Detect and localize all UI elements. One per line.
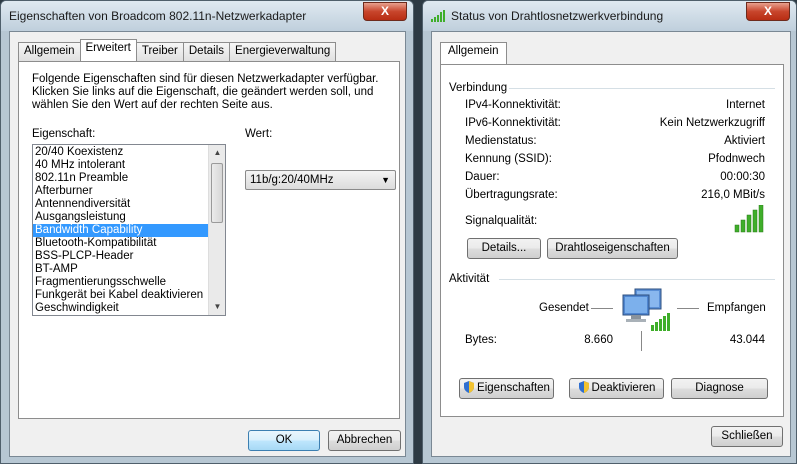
chevron-down-icon: ▼ xyxy=(381,175,390,185)
received-label: Empfangen xyxy=(707,302,766,314)
deactivate-button[interactable]: Deaktivieren xyxy=(569,378,664,399)
connection-row-value: Kein Netzwerkzugriff xyxy=(659,117,765,129)
wireless-properties-button[interactable]: Drahtloseigenschaften xyxy=(547,238,678,259)
property-list-item[interactable]: 20/40 Koexistenz xyxy=(33,146,225,159)
connection-group-label: Verbindung xyxy=(449,82,508,94)
deactivate-button-label: Deaktivieren xyxy=(591,382,656,394)
scroll-up-arrow-icon[interactable]: ▲ xyxy=(209,145,225,161)
dialog-body: Allgemein Erweitert Treiber Details Ener… xyxy=(9,31,406,457)
tab-general[interactable]: Allgemein xyxy=(18,42,81,61)
tab-power-management[interactable]: Energieverwaltung xyxy=(229,42,337,61)
window-title: Eigenschaften von Broadcom 802.11n-Netzw… xyxy=(9,9,307,23)
signal-quality-label: Signalqualität: xyxy=(465,215,538,227)
scroll-down-arrow-icon[interactable]: ▼ xyxy=(209,299,225,315)
properties-button[interactable]: Eigenschaften xyxy=(459,378,554,399)
connection-row-value: Internet xyxy=(726,99,765,111)
property-list-item[interactable]: BSS-PLCP-Header xyxy=(33,250,225,263)
close-window-button[interactable]: X xyxy=(363,2,407,21)
property-list-item[interactable]: 40 MHz intolerant xyxy=(33,159,225,172)
close-window-button[interactable]: X xyxy=(746,2,790,21)
tab-details[interactable]: Details xyxy=(182,42,231,61)
bytes-label: Bytes: xyxy=(465,334,497,346)
dropdown-selected-value: 11b/g:20/40MHz xyxy=(250,174,334,186)
value-dropdown[interactable]: 11b/g:20/40MHz ▼ xyxy=(245,170,396,190)
diagnose-button[interactable]: Diagnose xyxy=(671,378,768,399)
property-list-item[interactable]: Bluetooth-Kompatibilität xyxy=(33,237,225,250)
tab-advanced[interactable]: Erweitert xyxy=(79,39,137,61)
dialog-body: Allgemein Verbindung IPv4-Konnektivität:… xyxy=(431,31,791,457)
connection-row-value: 216,0 MBit/s xyxy=(701,189,765,201)
tab-driver[interactable]: Treiber xyxy=(135,42,184,61)
advanced-tab-panel: Folgende Eigenschaften sind für diesen N… xyxy=(18,61,400,419)
connection-row-label: Übertragungsrate: xyxy=(465,189,558,201)
group-divider xyxy=(509,88,775,89)
property-list-item[interactable]: Antennendiversität xyxy=(33,198,225,211)
bytes-received-value: 43.044 xyxy=(729,334,765,346)
close-button[interactable]: Schließen xyxy=(711,426,783,447)
property-list-item[interactable]: BT-AMP xyxy=(33,263,225,276)
wireless-status-window: Status von Drahtlosnetzwerkverbindung X … xyxy=(422,0,797,464)
general-tab-panel: Verbindung IPv4-Konnektivität: Internet IP… xyxy=(440,64,784,417)
tab-general[interactable]: Allgemein xyxy=(440,42,507,64)
scrollbar-thumb[interactable] xyxy=(211,163,223,223)
details-button[interactable]: Details... xyxy=(467,238,541,259)
description-text: Folgende Eigenschaften sind für diesen N… xyxy=(32,73,379,111)
title-bar[interactable]: Eigenschaften von Broadcom 802.11n-Netzw… xyxy=(1,1,413,31)
title-bar[interactable]: Status von Drahtlosnetzwerkverbindung X xyxy=(423,1,796,31)
wireless-signal-icon xyxy=(431,10,445,22)
connection-row-label: Medienstatus: xyxy=(465,135,537,147)
property-list-item[interactable]: 802.11n Preamble xyxy=(33,172,225,185)
property-list-item[interactable]: Funkgerät bei Kabel deaktivieren xyxy=(33,289,225,302)
property-label: Eigenschaft: xyxy=(32,128,96,140)
connection-row-value: Aktiviert xyxy=(724,135,765,147)
listbox-scrollbar[interactable]: ▲ ▼ xyxy=(208,145,225,315)
uac-shield-icon xyxy=(464,381,475,393)
connection-row-label: Dauer: xyxy=(465,171,500,183)
value-label: Wert: xyxy=(245,128,273,140)
tab-strip: Allgemein xyxy=(440,42,507,64)
property-list-item[interactable]: Geschwindigkeit xyxy=(33,302,225,315)
property-listbox[interactable]: 20/40 Koexistenz 40 MHz intolerant 802.11n… xyxy=(32,144,226,316)
tab-strip: Allgemein Erweitert Treiber Details Ener… xyxy=(18,39,337,61)
property-list-item[interactable]: Afterburner xyxy=(33,185,225,198)
connection-row-label: Kennung (SSID): xyxy=(465,153,552,165)
ok-button[interactable]: OK xyxy=(248,430,320,451)
bytes-sent-value: 8.660 xyxy=(584,334,613,346)
property-list-item[interactable]: Ausgangsleistung xyxy=(33,211,225,224)
connection-row-label: IPv4-Konnektivität: xyxy=(465,99,561,111)
window-title: Status von Drahtlosnetzwerkverbindung xyxy=(451,9,664,23)
property-list-item[interactable]: Bandwidth Capability xyxy=(33,224,225,237)
received-line xyxy=(677,308,699,309)
sent-label: Gesendet xyxy=(539,302,589,314)
properties-button-label: Eigenschaften xyxy=(477,382,550,394)
adapter-properties-window: Eigenschaften von Broadcom 802.11n-Netzw… xyxy=(0,0,414,464)
connection-row-value: Pfodnwech xyxy=(708,153,765,165)
network-computers-icon xyxy=(622,288,670,331)
cancel-button[interactable]: Abbrechen xyxy=(328,430,401,451)
property-list-item[interactable]: Fragmentierungsschwelle xyxy=(33,276,225,289)
connection-row-label: IPv6-Konnektivität: xyxy=(465,117,561,129)
sent-line xyxy=(591,308,613,309)
connection-row-value: 00:00:30 xyxy=(720,171,765,183)
uac-shield-icon xyxy=(578,381,589,393)
signal-strength-icon xyxy=(734,205,764,233)
group-divider xyxy=(499,279,775,280)
activity-group-label: Aktivität xyxy=(449,273,490,285)
bytes-divider xyxy=(641,331,642,351)
